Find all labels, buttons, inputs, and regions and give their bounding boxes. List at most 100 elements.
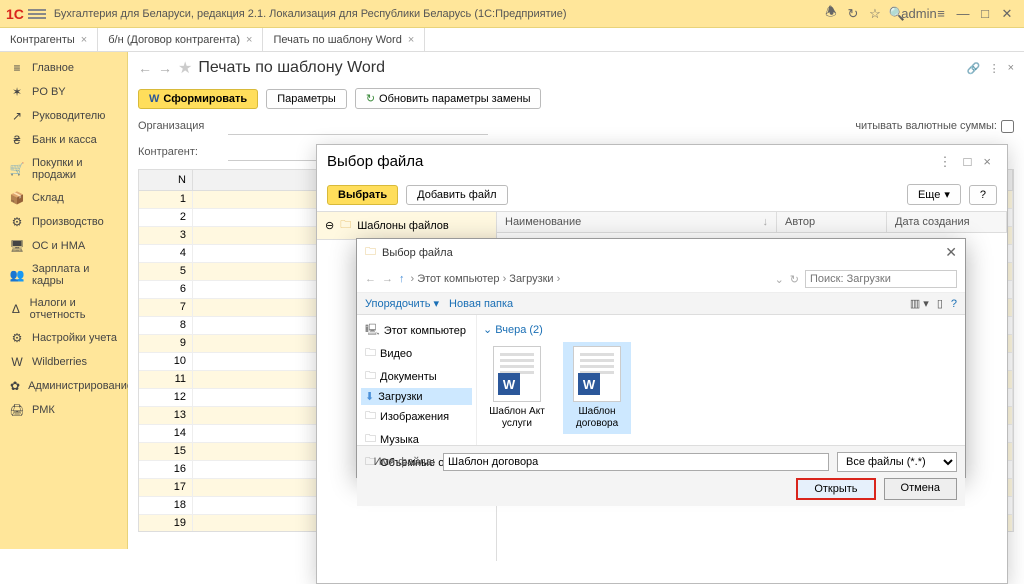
tree-item[interactable]: 🗀Видео — [361, 342, 472, 365]
menu-icon[interactable] — [28, 9, 46, 19]
sidebar-item[interactable]: 🖥ОС и НМА — [0, 234, 127, 258]
sidebar-item[interactable]: ✶PO BY — [0, 80, 127, 104]
star-icon[interactable]: ☆ — [864, 3, 886, 25]
back-icon[interactable]: ← — [365, 273, 376, 285]
sidebar-item[interactable]: ₴Банк и касса — [0, 128, 127, 152]
collapse-icon[interactable]: ⊖ — [325, 219, 334, 232]
sidebar-item[interactable]: ΔНалоги и отчетность — [0, 292, 127, 326]
more-icon[interactable]: ⋮ — [989, 62, 1000, 75]
tab-contract[interactable]: б/н (Договор контрагента)× — [98, 28, 263, 51]
help-icon[interactable]: ? — [951, 298, 957, 310]
currency-checkbox[interactable] — [1001, 120, 1014, 133]
sidebar-item[interactable]: WWildberries — [0, 350, 127, 374]
file-item[interactable]: Шаблон договора — [563, 342, 631, 434]
close-icon[interactable]: × — [1008, 62, 1014, 75]
folder-icon: ⬇ — [365, 390, 374, 403]
sidebar-item-label: Покупки и продажи — [32, 157, 117, 181]
params-button[interactable]: Параметры — [266, 89, 347, 109]
favorite-icon[interactable]: ★ — [178, 58, 192, 78]
sort-button[interactable]: Упорядочить ▾ — [365, 297, 439, 310]
file-group[interactable]: ⌄ Вчера (2) — [483, 321, 959, 342]
sidebar-item[interactable]: ⚙Производство — [0, 210, 127, 234]
close-icon[interactable]: × — [977, 154, 997, 169]
up-icon[interactable]: ↑ — [399, 273, 405, 285]
app-logo: 1C — [6, 6, 24, 22]
sidebar-item[interactable]: 📦Склад — [0, 186, 127, 210]
sidebar-item-label: Wildberries — [32, 356, 87, 368]
forward-icon[interactable]: → — [382, 273, 393, 285]
breadcrumb[interactable]: › Этот компьютер › Загрузки › — [411, 273, 561, 285]
dropdown-icon[interactable]: ⌄ — [775, 273, 784, 286]
sidebar-item[interactable]: ≡Главное — [0, 56, 127, 80]
preview-icon[interactable]: ▯ — [937, 297, 943, 310]
sidebar-item[interactable]: 🛒Покупки и продажи — [0, 152, 127, 186]
tree-root[interactable]: ⊖🗀Шаблоны файлов — [317, 212, 496, 240]
maximize-icon[interactable]: □ — [974, 3, 996, 25]
user-label[interactable]: admin — [908, 3, 930, 25]
sidebar-item-label: Администрирование — [28, 380, 133, 392]
file-item[interactable]: Шаблон Акт услуги — [483, 342, 551, 434]
sidebar-item-label: РМК — [32, 404, 55, 416]
sidebar-item-label: Зарплата и кадры — [32, 263, 117, 287]
nav-icon: ✶ — [10, 85, 24, 99]
sidebar-item[interactable]: 🖨РМК — [0, 398, 127, 422]
folder-icon: 🗀 — [365, 430, 376, 449]
sidebar-item[interactable]: 👥Зарплата и кадры — [0, 258, 127, 292]
sidebar: ≡Главное✶PO BY↗Руководителю₴Банк и касса… — [0, 52, 128, 549]
new-folder-button[interactable]: Новая папка — [449, 298, 513, 310]
minimize-icon[interactable]: — — [952, 3, 974, 25]
bell-icon[interactable]: 🕭 — [820, 3, 842, 25]
close-icon[interactable]: × — [246, 34, 252, 46]
close-icon[interactable]: ✕ — [945, 244, 957, 261]
refresh-params-button[interactable]: ↻Обновить параметры замены — [355, 88, 542, 109]
close-icon[interactable]: ✕ — [996, 3, 1018, 25]
tree-item[interactable]: ⬇Загрузки — [361, 388, 472, 405]
add-file-button[interactable]: Добавить файл — [406, 185, 507, 205]
more-button[interactable]: Еще ▾ — [907, 184, 961, 205]
app-title: Бухгалтерия для Беларуси, редакция 2.1. … — [54, 8, 820, 20]
col-author[interactable]: Автор — [777, 212, 887, 232]
org-field[interactable] — [228, 117, 488, 135]
more-icon[interactable]: ⋮ — [933, 154, 958, 170]
view-icon[interactable]: ▥ ▾ — [910, 297, 929, 310]
tab-contractors[interactable]: Контрагенты× — [0, 28, 98, 51]
tree-item[interactable]: 🗀Документы — [361, 365, 472, 388]
tree-item[interactable]: 🗀Изображения — [361, 405, 472, 428]
sidebar-item-label: ОС и НМА — [32, 240, 85, 252]
maximize-icon[interactable]: □ — [958, 154, 978, 169]
forward-icon[interactable]: → — [158, 60, 172, 76]
more-icon[interactable]: ≡ — [930, 3, 952, 25]
word-icon — [573, 346, 621, 402]
tree-item[interactable]: 🗀Музыка — [361, 428, 472, 451]
nav-icon: Δ — [10, 302, 22, 316]
nav-icon: ↗ — [10, 109, 24, 123]
org-label: Организация — [138, 120, 218, 132]
history-icon[interactable]: ↻ — [842, 3, 864, 25]
close-icon[interactable]: × — [81, 34, 87, 46]
word-icon — [493, 346, 541, 402]
sidebar-item[interactable]: ⚙Настройки учета — [0, 326, 127, 350]
open-button[interactable]: Открыть — [796, 478, 875, 500]
folder-icon: 🗀 — [340, 216, 351, 235]
col-name[interactable]: Наименование ↓ — [497, 212, 777, 232]
link-icon[interactable]: 🔗 — [967, 62, 981, 75]
sidebar-item[interactable]: ✿Администрирование — [0, 374, 127, 398]
refresh-icon[interactable]: ↻ — [790, 273, 799, 286]
filename-input[interactable] — [443, 453, 829, 471]
help-button[interactable]: ? — [969, 185, 997, 205]
select-button[interactable]: Выбрать — [327, 185, 398, 205]
filter-select[interactable]: Все файлы (*.*) — [837, 452, 957, 472]
col-date[interactable]: Дата создания — [887, 212, 1007, 232]
os-file-dialog: 🗀Выбор файла✕ ← → ↑ › Этот компьютер › З… — [356, 238, 966, 478]
form-button[interactable]: WСформировать — [138, 89, 258, 109]
col-n[interactable]: N — [139, 170, 193, 190]
folder-icon: 🗀 — [365, 407, 376, 426]
back-icon[interactable]: ← — [138, 60, 152, 76]
search-input[interactable] — [805, 270, 957, 288]
tree-item[interactable]: 🖳Этот компьютер — [361, 319, 472, 342]
tab-print-word[interactable]: Печать по шаблону Word× — [263, 28, 425, 51]
cancel-button[interactable]: Отмена — [884, 478, 957, 500]
dialog-title: Выбор файла — [327, 153, 933, 170]
sidebar-item[interactable]: ↗Руководителю — [0, 104, 127, 128]
close-icon[interactable]: × — [408, 34, 414, 46]
